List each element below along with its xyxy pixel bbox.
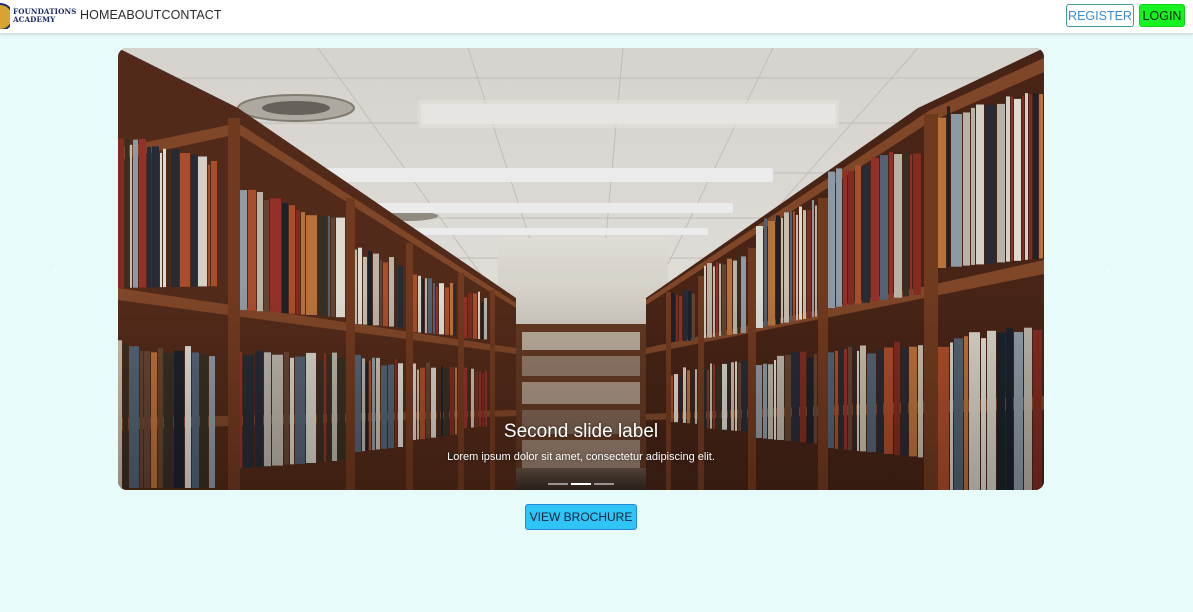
chevron-right-icon: › [1105,261,1111,277]
brand-line-2: ACADEMY [13,15,56,24]
top-navbar: FOUNDATIONS ACADEMY HOME ABOUT CONTACT R… [0,0,1193,34]
carousel-prev-button[interactable]: ‹ [48,260,62,278]
academy-emblem-icon [0,3,10,29]
slide-caption: Second slide label Lorem ipsum dolor sit… [118,420,1044,464]
carousel-next-button[interactable]: › [1101,260,1115,278]
carousel-indicator-1[interactable] [548,483,568,485]
register-button[interactable]: REGISTER [1066,4,1134,27]
slide-caption-title: Second slide label [503,421,659,442]
hero-carousel: Second slide label Lorem ipsum dolor sit… [118,48,1044,490]
nav-link-contact[interactable]: CONTACT [161,8,221,22]
brand-name: FOUNDATIONS ACADEMY [13,8,76,24]
nav-link-about[interactable]: ABOUT [118,8,162,22]
carousel-indicator-3[interactable] [594,483,614,485]
chevron-left-icon: ‹ [52,261,58,277]
nav-link-home[interactable]: HOME [80,8,118,22]
slide-caption-text: Lorem ipsum dolor sit amet, consectetur … [447,451,715,463]
nav-links: HOME ABOUT CONTACT [80,8,222,22]
view-brochure-button[interactable]: VIEW BROCHURE [525,504,637,530]
carousel-indicators [118,483,1044,485]
brand-logo[interactable]: FOUNDATIONS ACADEMY [0,2,76,30]
login-button[interactable]: LOGIN [1139,4,1185,27]
carousel-indicator-2[interactable] [571,483,591,485]
